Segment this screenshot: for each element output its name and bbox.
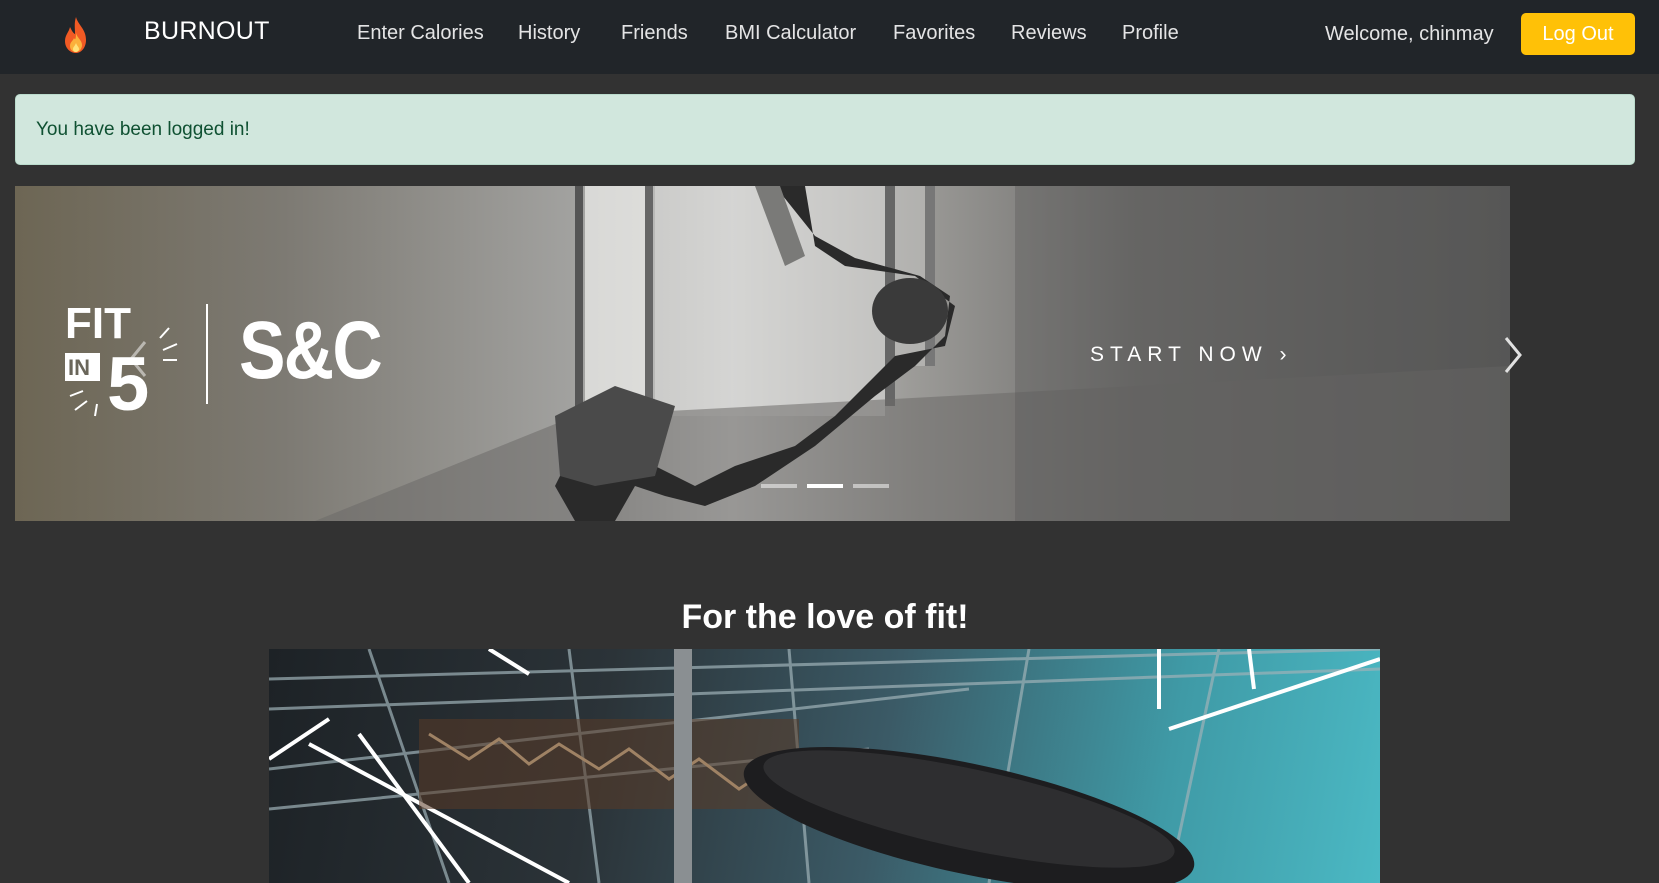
nav-favorites[interactable]: Favorites (893, 22, 975, 45)
nav-enter-calories[interactable]: Enter Calories (357, 22, 484, 45)
carousel-indicator-3[interactable] (853, 484, 889, 488)
carousel-indicator-2[interactable] (807, 484, 843, 488)
start-now-link[interactable]: START NOW › (1090, 343, 1293, 367)
logo-in-text: IN (68, 355, 90, 380)
start-now-label[interactable]: START NOW (1090, 343, 1268, 366)
section-title: For the love of fit! (681, 598, 969, 636)
logo-divider (206, 304, 208, 404)
gym-image (269, 649, 1380, 883)
brand-name[interactable]: BURNOUT (144, 17, 270, 46)
nav-history[interactable]: History (518, 22, 580, 45)
carousel-prev-icon[interactable] (119, 334, 159, 384)
nav-friends[interactable]: Friends (621, 22, 688, 45)
navbar: BURNOUT Enter Calories History Friends B… (0, 0, 1659, 74)
welcome-message: Welcome, chinmay (1325, 23, 1494, 45)
logout-button[interactable]: Log Out (1521, 13, 1635, 55)
hero-carousel: FIT IN 5 S&C START NOW › (15, 186, 1510, 521)
carousel-next-icon[interactable] (1494, 330, 1534, 380)
carousel-indicator-1[interactable] (761, 484, 797, 488)
flame-icon[interactable] (60, 15, 92, 55)
nav-reviews[interactable]: Reviews (1011, 22, 1087, 45)
chevron-right-icon: › (1279, 343, 1293, 366)
alert-message: You have been logged in! (36, 119, 250, 140)
nav-bmi-calculator[interactable]: BMI Calculator (725, 22, 856, 45)
sc-logo: S&C (239, 305, 383, 396)
nav-profile[interactable]: Profile (1122, 22, 1179, 45)
success-alert: You have been logged in! (15, 94, 1635, 165)
